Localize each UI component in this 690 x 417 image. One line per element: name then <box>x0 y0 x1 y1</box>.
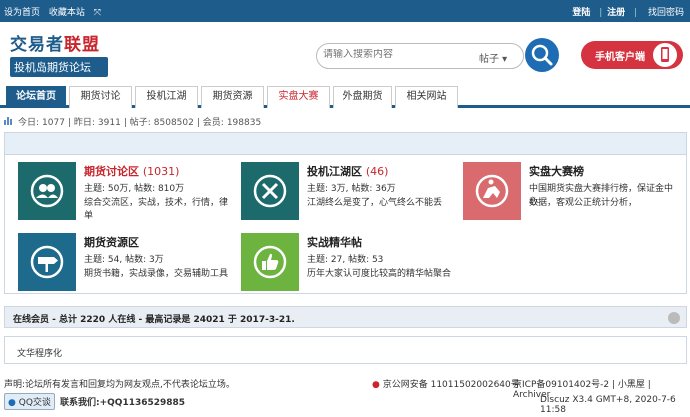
tab-related-sites[interactable]: 相关网站 <box>395 86 458 108</box>
today-count: 1077 <box>42 118 65 128</box>
forum-description: 江湖终么是变了，心气终么不能丢 <box>307 198 443 208</box>
set-home-link[interactable]: 设为首页 <box>4 8 40 18</box>
footer: 声明:论坛所有发言和回复均为网友观点,不代表论坛立场。 ● 京公网安备 1101… <box>0 372 690 417</box>
contact-info: 联系我们:+QQ1136529885 <box>60 398 186 408</box>
tab-forum-home[interactable]: 论坛首页 <box>6 86 66 108</box>
online-summary: 在线会员 - 总计 2220 人在线 - 最高记录是 24021 于 2017-… <box>13 315 295 325</box>
tab-speculation[interactable]: 投机江湖 <box>135 86 198 108</box>
retrieve-password-link[interactable]: 找回密码 <box>648 8 684 18</box>
forum-stats: 主题: 50万, 帖数: 810万 <box>84 184 185 194</box>
forum-stats: 主题: 54, 帖数: 3万 <box>84 255 164 265</box>
main-nav: 论坛首页 期货讨论 投机江湖 期货资源 实盘大赛 外盘期货 相关网站 <box>0 85 690 108</box>
tab-futures-resources[interactable]: 期货资源 <box>201 86 264 108</box>
divider: | <box>634 8 638 18</box>
bookmark-link[interactable]: 收藏本站 <box>49 8 85 18</box>
yesterday-label: 昨日: <box>73 118 95 128</box>
version-info: Discuz X3.4 GMT+8, 2020-7-6 11:58 <box>540 395 676 415</box>
posts-count: 8508502 <box>153 118 194 128</box>
police-record-link[interactable]: ● 京公网安备 11011502002640号 <box>372 377 520 390</box>
search-input[interactable] <box>323 49 463 60</box>
logo-title: 交易者联盟 <box>10 35 100 55</box>
forum-item[interactable]: 期货资源区 主题: 54, 帖数: 3万 期货书籍，实战录像，交易辅助工具 <box>18 233 233 295</box>
partner-link[interactable]: 文华程序化 <box>17 346 62 359</box>
horse-rider-icon <box>463 162 521 220</box>
qq-icon: ● <box>8 398 16 408</box>
divider: | <box>599 8 603 18</box>
forum-item[interactable]: 实战精华帖 主题: 27, 帖数: 53 历年大家认可度比较高的精华帖聚合 <box>241 233 456 295</box>
yesterday-count: 3911 <box>97 118 121 128</box>
online-members-bar[interactable]: 在线会员 - 总计 2220 人在线 - 最高记录是 24021 于 2017-… <box>4 306 687 328</box>
forum-name[interactable]: 期货资源区 <box>84 234 139 250</box>
site-logo[interactable]: 交易者联盟 投机岛期货论坛 <box>10 30 110 77</box>
tab-futures-discussion[interactable]: 期货讨论 <box>69 86 132 108</box>
register-link[interactable]: 注册 <box>607 8 625 18</box>
forum-name[interactable]: 投机江湖区 (46) <box>307 163 388 179</box>
phone-icon <box>653 43 677 67</box>
tab-live-contest[interactable]: 实盘大赛 <box>267 86 330 108</box>
forum-stats: 主题: 27, 帖数: 53 <box>307 255 384 265</box>
tools-icon <box>241 162 299 220</box>
search-button[interactable] <box>525 38 559 72</box>
forum-item[interactable]: 实盘大赛榜 中国期货实盘大赛排行榜，保证金中心 数据，客观公正统计分析， <box>463 162 678 224</box>
tab-foreign-futures[interactable]: 外盘期货 <box>333 86 392 108</box>
chart-icon <box>4 117 12 125</box>
forum-description: 历年大家认可度比较高的精华帖聚合 <box>307 269 452 279</box>
police-badge-icon: ● <box>372 380 380 390</box>
top-bar: 设为首页 收藏本站 ⤧ 登陆 | 注册 | 找回密码 <box>0 0 690 22</box>
forum-stats: 主题: 3万, 帖数: 36万 <box>307 184 396 194</box>
search-type-select[interactable]: 帖子 ▾ <box>479 50 507 65</box>
logo-subtitle: 投机岛期货论坛 <box>10 57 108 77</box>
forum-description: 数据，客观公正统计分析， <box>529 198 638 208</box>
forum-name[interactable]: 实战精华帖 <box>307 234 362 250</box>
members-count: 198835 <box>226 118 262 128</box>
mobile-client-button[interactable]: 手机客户端 <box>581 41 683 69</box>
forum-description: 期货书籍，实战录像，交易辅助工具 <box>84 269 229 279</box>
search-box: 帖子 ▾ <box>316 43 524 69</box>
stats-bar: 今日: 1077 | 昨日: 3911 | 帖子: 8508502 | 会员: 198835 <box>0 113 690 129</box>
forum-section: 期货讨论区 (1031) 主题: 50万, 帖数: 810万 综合交流区，实战，… <box>4 132 687 294</box>
search-icon <box>531 44 553 66</box>
forum-name[interactable]: 期货讨论区 (1031) <box>84 163 179 179</box>
forum-name[interactable]: 实盘大赛榜 <box>529 163 584 179</box>
section-header <box>5 133 686 155</box>
signpost-icon <box>18 233 76 291</box>
thumbs-up-icon <box>241 233 299 291</box>
today-label: 今日: <box>18 118 40 128</box>
forum-item[interactable]: 投机江湖区 (46) 主题: 3万, 帖数: 36万 江湖终么是变了，心气终么不… <box>241 162 456 224</box>
declaration: 声明:论坛所有发言和回复均为网友观点,不代表论坛立场。 <box>4 380 235 390</box>
login-link[interactable]: 登陆 <box>572 8 590 18</box>
collapse-icon[interactable] <box>668 312 680 324</box>
forum-description: 综合交流区，实战，技术，行情，律单 <box>84 198 229 221</box>
partner-links: 文华程序化 <box>4 336 687 364</box>
members-label: 会员: <box>202 118 224 128</box>
users-icon <box>18 162 76 220</box>
qq-chat-button[interactable]: ● QQ交谈 <box>4 393 55 410</box>
expand-icon[interactable]: ⤧ <box>94 8 101 18</box>
posts-label: 帖子: <box>129 118 151 128</box>
forum-item[interactable]: 期货讨论区 (1031) 主题: 50万, 帖数: 810万 综合交流区，实战，… <box>18 162 233 224</box>
